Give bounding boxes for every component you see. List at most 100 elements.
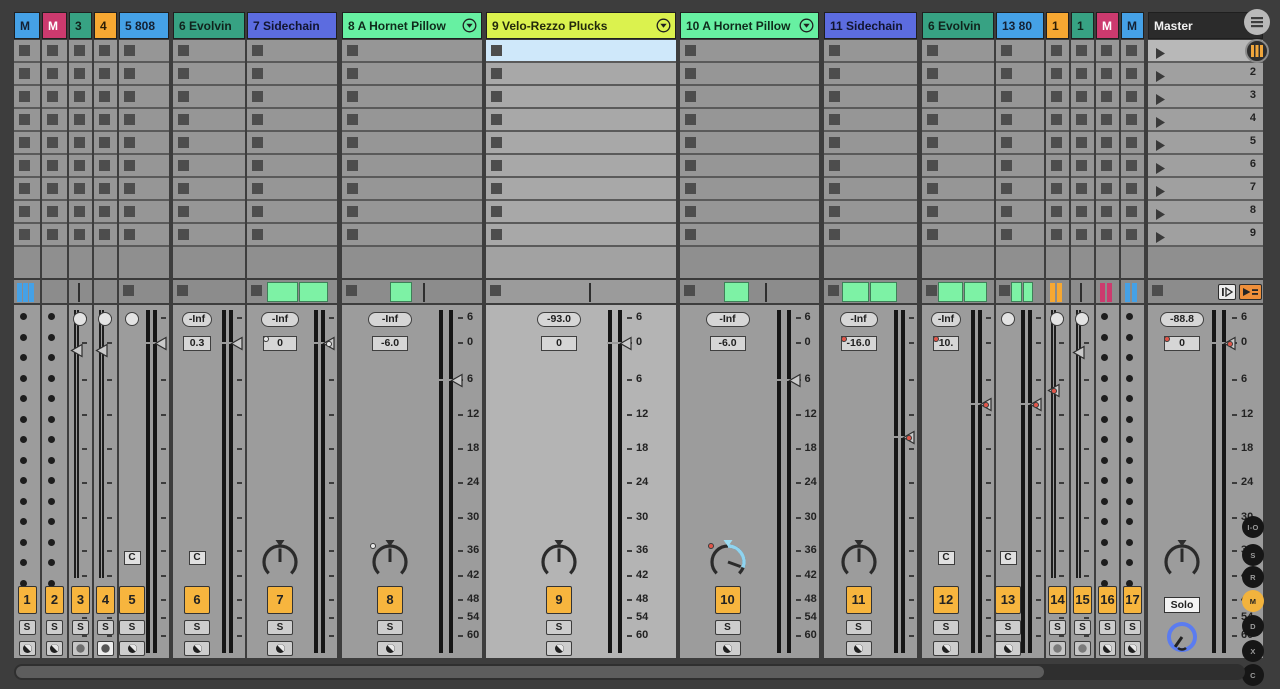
clip-stop-button[interactable] <box>124 45 135 56</box>
clip-slot[interactable] <box>996 86 1044 109</box>
clip-stop-button[interactable] <box>491 229 502 240</box>
solo-button[interactable]: S <box>1099 620 1116 635</box>
clip-stop-button[interactable] <box>19 160 30 171</box>
clip-stop-button[interactable] <box>347 45 358 56</box>
track-header[interactable]: 8 A Hornet Pillow <box>342 12 482 39</box>
scene-play-icon[interactable] <box>1156 207 1165 225</box>
track-activator-button[interactable]: 15 <box>1073 586 1092 614</box>
peak-level-display[interactable]: -Inf <box>706 312 750 327</box>
clip-slot[interactable] <box>1046 178 1069 201</box>
clip-slot[interactable] <box>42 201 67 224</box>
peak-level-display[interactable] <box>1001 312 1015 326</box>
clip-stop-button[interactable] <box>178 68 189 79</box>
clip-slot[interactable] <box>1046 132 1069 155</box>
clip-stop-button[interactable] <box>1001 137 1012 148</box>
scene-play-icon[interactable] <box>1156 184 1165 202</box>
clip-slot[interactable] <box>1096 155 1119 178</box>
clip-slot[interactable] <box>1071 63 1094 86</box>
clip-stop-button[interactable] <box>1001 45 1012 56</box>
clip-slot[interactable] <box>680 132 819 155</box>
clip-stop-button[interactable] <box>347 114 358 125</box>
clip-stop-button[interactable] <box>491 137 502 148</box>
track-activator-button[interactable]: 16 <box>1098 586 1117 614</box>
track-header[interactable]: 3 <box>69 12 92 39</box>
clip-stop-button[interactable] <box>1101 160 1112 171</box>
clip-stop-button[interactable] <box>347 183 358 194</box>
clip-stop-button[interactable] <box>684 285 695 296</box>
clip-slot[interactable] <box>94 63 117 86</box>
pan-field[interactable]: C <box>1000 551 1017 565</box>
clip-slot[interactable] <box>247 178 337 201</box>
arm-button[interactable] <box>1124 641 1141 656</box>
solo-button[interactable]: S <box>119 620 145 635</box>
clip-stop-button[interactable] <box>685 206 696 217</box>
clip-slot[interactable] <box>922 201 994 224</box>
mixer-section-toggle-d[interactable]: D <box>1242 615 1264 637</box>
clip-stop-button[interactable] <box>1001 183 1012 194</box>
clip-slot[interactable] <box>1121 109 1144 132</box>
clip-slot[interactable] <box>173 86 245 109</box>
clip-stop-button[interactable] <box>1076 160 1087 171</box>
mixer-section-toggle-s[interactable]: S <box>1242 544 1264 566</box>
clip-slot[interactable] <box>1071 132 1094 155</box>
volume-fader-handle[interactable] <box>1047 383 1060 398</box>
solo-button[interactable]: S <box>1124 620 1141 635</box>
clip-slot[interactable] <box>486 224 676 247</box>
clip-slot[interactable] <box>824 132 917 155</box>
clip-stop-button[interactable] <box>1076 114 1087 125</box>
clip-stop-button[interactable] <box>926 285 937 296</box>
solo-button[interactable]: S <box>19 620 36 635</box>
clip-stop-button[interactable] <box>124 160 135 171</box>
volume-fader-handle[interactable] <box>322 336 335 351</box>
clip-slot[interactable] <box>1121 201 1144 224</box>
clip-slot[interactable] <box>119 155 169 178</box>
clip-stop-button[interactable] <box>124 206 135 217</box>
clip-slot[interactable] <box>824 109 917 132</box>
clip-slot[interactable] <box>922 224 994 247</box>
clip-stop-button[interactable] <box>685 137 696 148</box>
clip-slot[interactable] <box>342 86 482 109</box>
clip-slot[interactable] <box>342 109 482 132</box>
volume-field[interactable]: -16.0 <box>841 336 877 351</box>
clip-stop-button[interactable] <box>74 137 85 148</box>
clip-stop-button[interactable] <box>1076 45 1087 56</box>
solo-button[interactable]: S <box>72 620 89 635</box>
clip-slot[interactable] <box>247 201 337 224</box>
arm-button[interactable] <box>267 641 293 656</box>
volume-fader-handle[interactable] <box>230 336 243 351</box>
clip-stop-button[interactable] <box>99 114 110 125</box>
clip-stop-button[interactable] <box>1101 137 1112 148</box>
solo-button[interactable]: S <box>1074 620 1091 635</box>
clip-slot[interactable] <box>173 40 245 63</box>
clip-stop-button[interactable] <box>829 160 840 171</box>
clip-stop-button[interactable] <box>178 160 189 171</box>
clip-stop-button[interactable] <box>1076 206 1087 217</box>
clip-slot[interactable] <box>14 178 40 201</box>
scene-row[interactable]: 8 <box>1148 201 1263 224</box>
clip-stop-button[interactable] <box>178 183 189 194</box>
clip-stop-button[interactable] <box>1051 68 1062 79</box>
clip-stop-button[interactable] <box>99 206 110 217</box>
clip-stop-button[interactable] <box>252 45 263 56</box>
clip-slot[interactable] <box>824 178 917 201</box>
clip-slot[interactable] <box>486 63 676 86</box>
clip-slot[interactable] <box>69 132 92 155</box>
clip-slot[interactable] <box>486 86 676 109</box>
peak-level-display[interactable]: -Inf <box>931 312 961 327</box>
track-activator-button[interactable]: 7 <box>267 586 293 614</box>
track-header[interactable]: 5 808 <box>119 12 169 39</box>
clip-slot[interactable] <box>69 201 92 224</box>
track-activator-button[interactable]: 6 <box>184 586 210 614</box>
clip-slot[interactable] <box>1121 40 1144 63</box>
clip-slot[interactable] <box>922 63 994 86</box>
track-activator-button[interactable]: 1 <box>18 586 37 614</box>
clip-stop-button[interactable] <box>99 45 110 56</box>
clip-slot[interactable] <box>486 201 676 224</box>
clip-stop-button[interactable] <box>347 160 358 171</box>
clip-stop-button[interactable] <box>1051 45 1062 56</box>
clip-stop-button[interactable] <box>1126 91 1137 102</box>
arm-button[interactable] <box>933 641 959 656</box>
clip-stop-button[interactable] <box>47 91 58 102</box>
clip-stop-button[interactable] <box>124 91 135 102</box>
clip-stop-button[interactable] <box>19 137 30 148</box>
